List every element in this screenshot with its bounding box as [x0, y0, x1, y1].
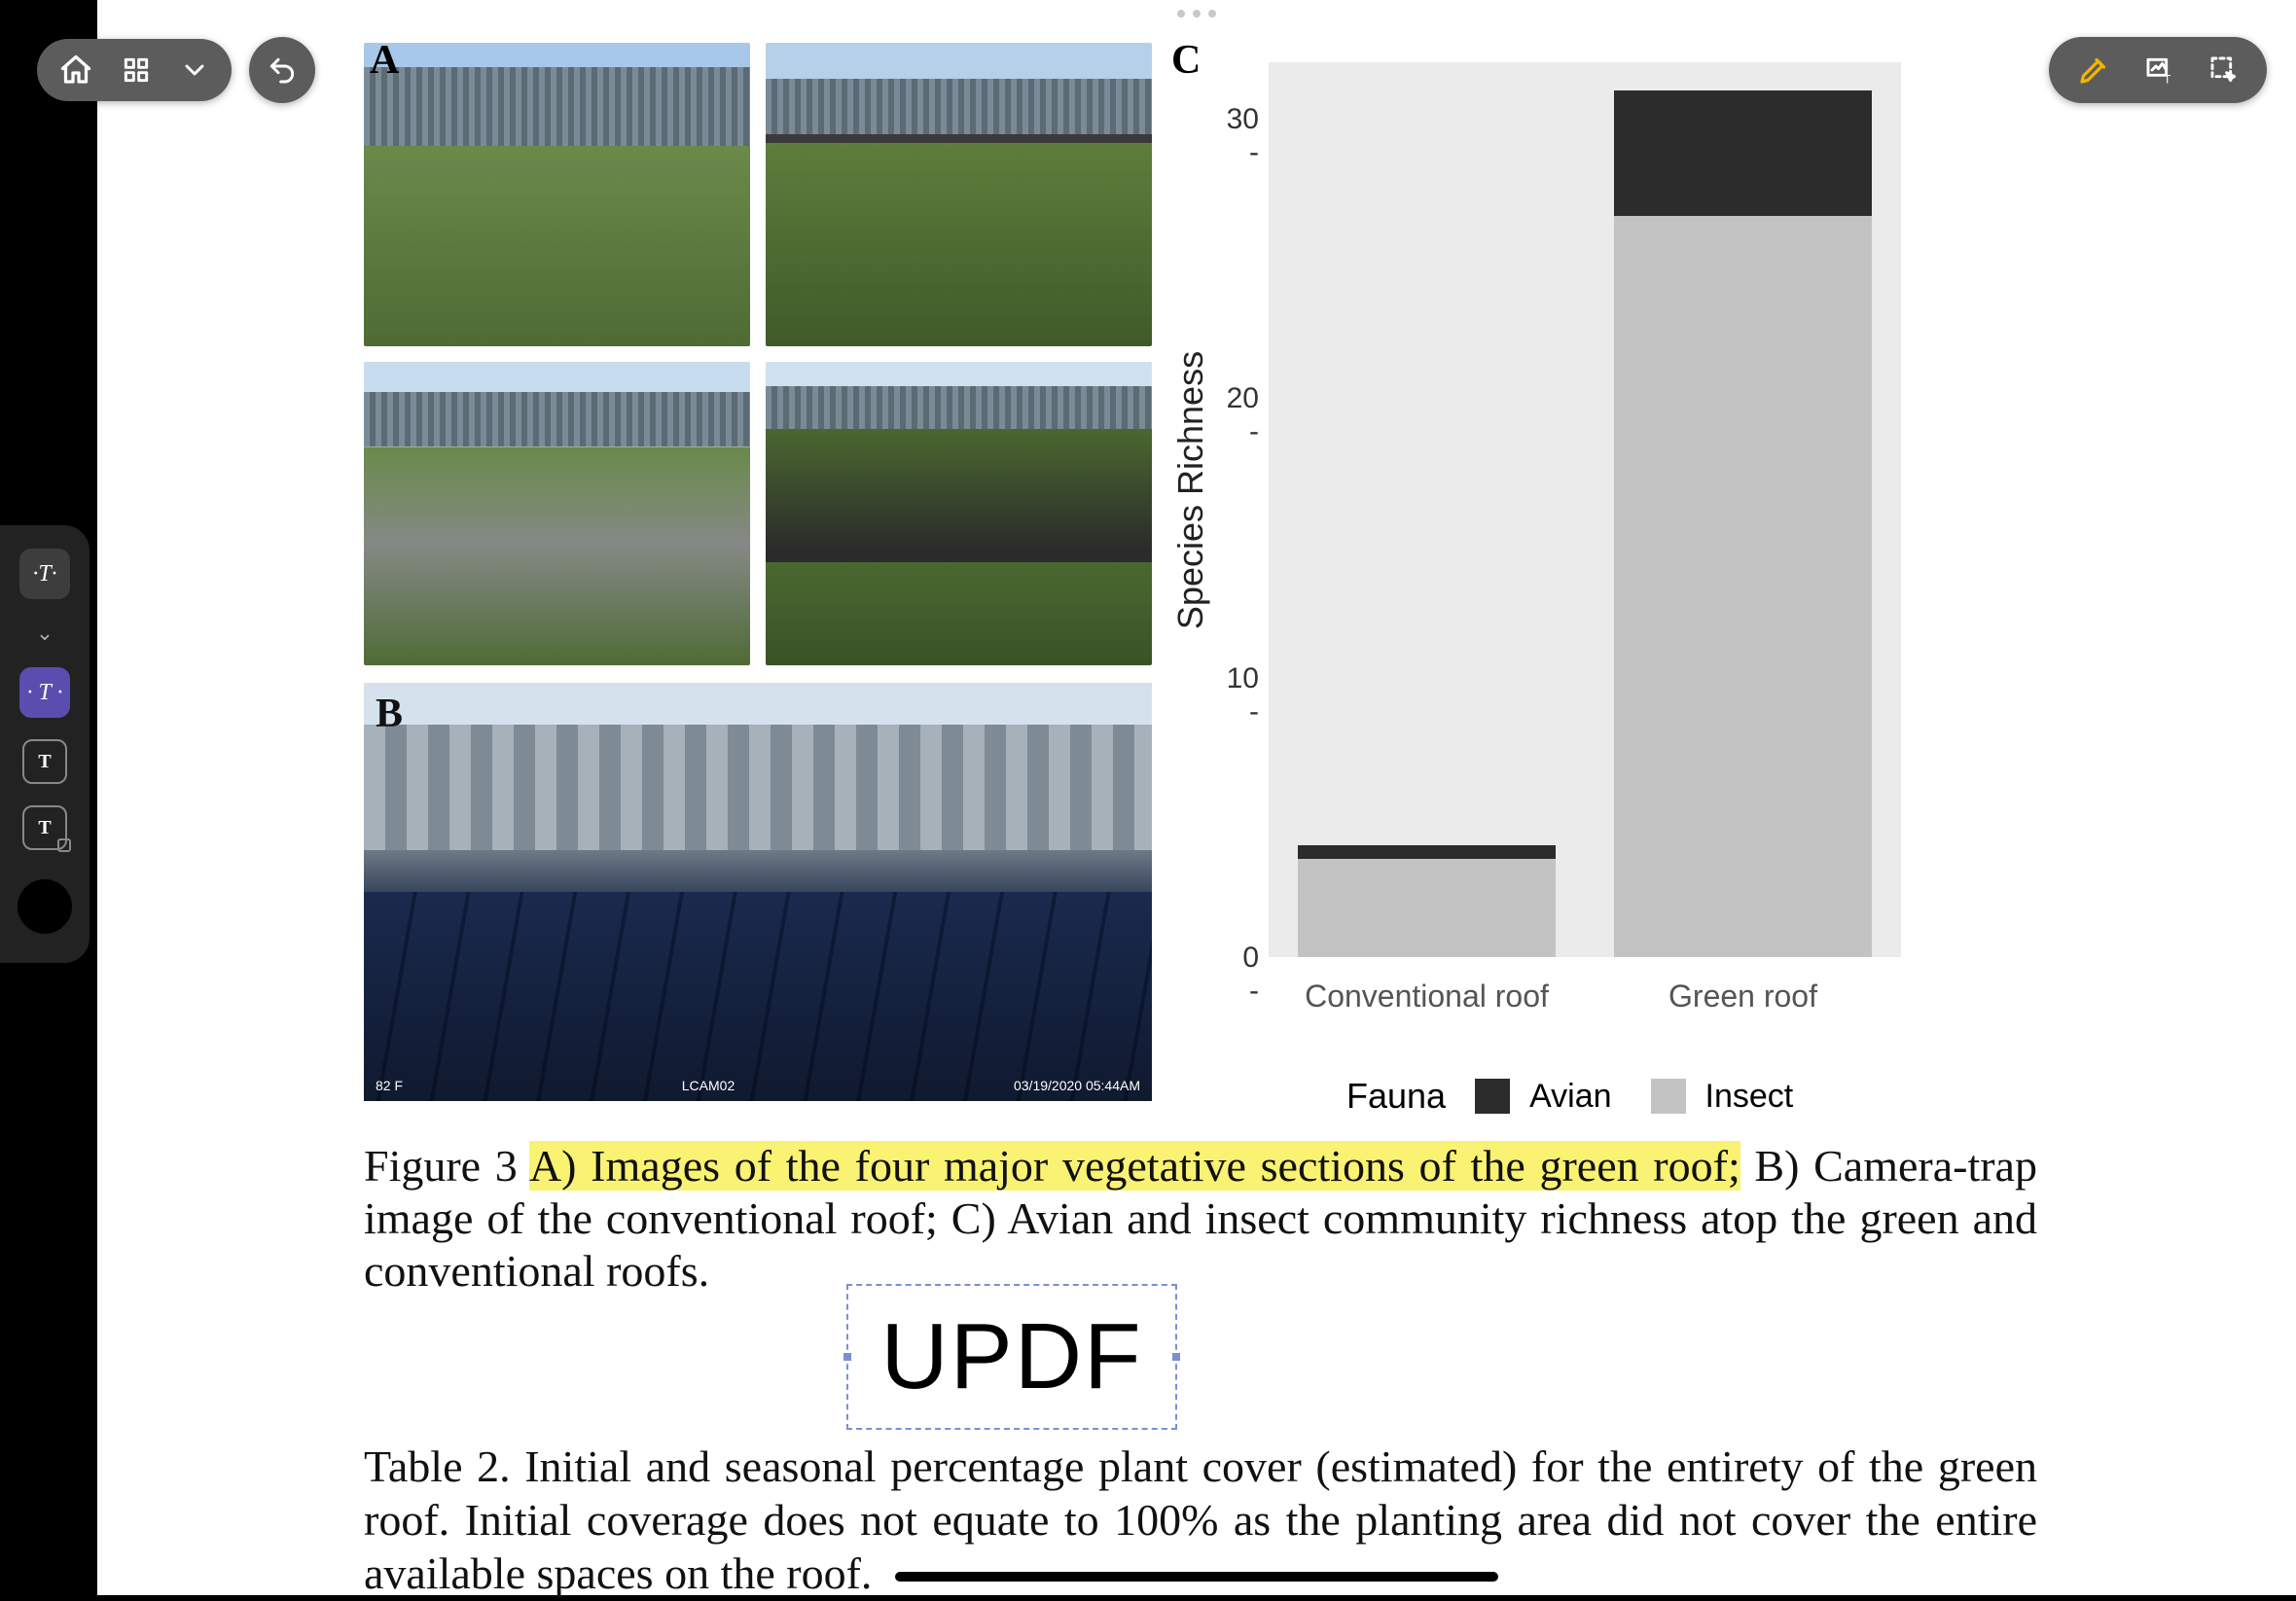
left-sidebar: ·T· ⌄ · T · T T [0, 525, 90, 963]
caption-prefix: Figure 3 [364, 1141, 529, 1191]
xcat-label: Conventional roof [1281, 978, 1573, 1014]
home-indicator[interactable] [895, 1572, 1498, 1582]
selection-tool-button[interactable] [2208, 54, 2240, 86]
sidebar-text-tool[interactable]: ·T· [19, 549, 70, 599]
sidebar-expand[interactable]: ⌄ [36, 621, 54, 646]
ytick-label: 0 - [1226, 942, 1259, 1008]
xcat-label: Green roof [1597, 978, 1889, 1014]
document-viewport[interactable]: A B 82 F LCAM02 03/19/2020 05:44AM [97, 0, 2296, 1595]
bar-0 [1298, 845, 1556, 957]
legend-swatch-insect [1651, 1079, 1686, 1114]
photo-a1 [364, 43, 750, 346]
undo-button[interactable] [267, 54, 298, 86]
text-annotation-value[interactable]: UPDF [880, 1303, 1142, 1410]
ytick-label: 30 - [1226, 103, 1259, 169]
figure-caption: Figure 3 A) Images of the four major veg… [364, 1140, 2037, 1297]
panel-c-label: C [1171, 37, 1201, 84]
chart-ylabel: Species Richness [1170, 351, 1211, 629]
ytick-label: 10 - [1226, 662, 1259, 729]
top-right-toolbar: T [2049, 37, 2267, 103]
legend-label-avian: Avian [1529, 1078, 1611, 1116]
text-annotation-box[interactable]: UPDF [846, 1284, 1177, 1430]
top-left-toolbar [37, 37, 315, 103]
sidebar-text-tool-active[interactable]: · T · [19, 667, 70, 718]
resize-handle-left[interactable] [842, 1351, 853, 1363]
sidebar-text-style-1[interactable]: T [22, 739, 67, 784]
figure-3: A B 82 F LCAM02 03/19/2020 05:44AM [364, 43, 1901, 1122]
photo-a3 [364, 362, 750, 665]
bar-seg-insect [1614, 216, 1872, 957]
photo-a4 [766, 362, 1152, 665]
ytick-label: 20 - [1226, 382, 1259, 448]
thumbnails-button[interactable] [121, 54, 152, 86]
resize-handle-right[interactable] [1170, 1351, 1182, 1363]
panel-a-label: A [370, 37, 399, 84]
chart-legend: Fauna Avian Insect [1346, 1076, 1793, 1117]
legend-swatch-avian [1475, 1079, 1510, 1114]
image-text-button[interactable]: T [2144, 54, 2175, 86]
photo-a2 [766, 43, 1152, 346]
panel-b-label: B [376, 691, 403, 737]
bar-seg-avian [1298, 845, 1556, 859]
highlighter-button[interactable] [2076, 53, 2111, 88]
home-button[interactable] [58, 53, 93, 88]
nav-dropdown-button[interactable] [179, 54, 210, 86]
bar-seg-avian [1614, 90, 1872, 216]
sidebar-text-style-2[interactable]: T [22, 805, 67, 850]
legend-title: Fauna [1346, 1076, 1446, 1117]
svg-text:T: T [2164, 72, 2171, 86]
photo-b: B 82 F LCAM02 03/19/2020 05:44AM [364, 683, 1152, 1101]
bar-seg-insect [1298, 859, 1556, 957]
page: A B 82 F LCAM02 03/19/2020 05:44AM [97, 0, 2296, 1595]
trap-cam-id: LCAM02 [682, 1078, 735, 1093]
bar-1 [1614, 90, 1872, 957]
nav-pill [37, 39, 232, 101]
page-drag-handle[interactable] [1177, 10, 1216, 18]
undo-pill [249, 37, 315, 103]
chart-panel-c: C Species Richness 0 -10 -20 -30 - Conve… [1171, 43, 1901, 1122]
sidebar-color-swatch[interactable] [18, 879, 72, 934]
trap-timestamp: 03/19/2020 05:44AM [1014, 1078, 1140, 1093]
figure-photos: A B 82 F LCAM02 03/19/2020 05:44AM [364, 43, 1152, 1122]
trap-temp: 82 F [376, 1078, 403, 1093]
legend-label-insect: Insect [1705, 1078, 1794, 1116]
caption-highlight[interactable]: A) Images of the four major vegetative s… [529, 1141, 1740, 1191]
